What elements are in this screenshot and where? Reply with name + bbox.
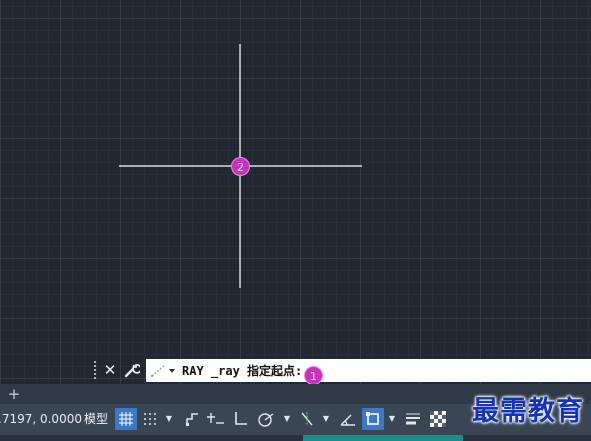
command-prompt-text: RAY _ray 指定起点:: [182, 364, 303, 378]
command-input[interactable]: RAY _ray 指定起点:: [146, 359, 591, 382]
isodraft-icon[interactable]: [337, 408, 359, 430]
step-badge-two: 2: [231, 157, 250, 176]
recent-commands-icon[interactable]: [149, 362, 177, 379]
ortho-icon[interactable]: [229, 408, 251, 430]
snap-icon[interactable]: [139, 408, 161, 430]
polar-dropdown-chevron-icon[interactable]: ▼: [281, 408, 293, 430]
step-badge-one: 1: [304, 366, 323, 385]
object-snap-tracking-icon[interactable]: [296, 408, 318, 430]
coordinate-readout: .7197, 0.0000: [0, 412, 82, 426]
osnap-dropdown-chevron-icon[interactable]: ▼: [386, 408, 398, 430]
model-space-button[interactable]: 模型: [80, 408, 112, 430]
watermark-logo: 最需教育: [472, 396, 584, 427]
infer-constraints-icon[interactable]: [181, 408, 203, 430]
drawing-canvas[interactable]: 2: [0, 0, 591, 384]
grid-icon[interactable]: [115, 408, 137, 430]
add-layout-button[interactable]: +: [3, 385, 25, 403]
snap-dropdown-chevron-icon[interactable]: ▼: [163, 408, 175, 430]
progress-indicator: [303, 435, 463, 441]
drag-handle-icon[interactable]: [93, 360, 97, 381]
lineweight-icon[interactable]: [402, 408, 424, 430]
dynamic-input-icon[interactable]: [205, 408, 227, 430]
bottom-strip: [0, 435, 591, 441]
close-icon[interactable]: ✕: [100, 359, 120, 381]
transparency-icon[interactable]: [427, 408, 449, 430]
command-line: ✕ RAY _ray 指定起点: 1: [90, 357, 591, 385]
polar-tracking-icon[interactable]: [255, 408, 277, 430]
object-snap-icon[interactable]: [362, 408, 384, 430]
crosshair-cursor: [119, 44, 362, 288]
wrench-icon[interactable]: [122, 359, 142, 381]
osnap-tracking-dropdown-chevron-icon[interactable]: ▼: [320, 408, 332, 430]
